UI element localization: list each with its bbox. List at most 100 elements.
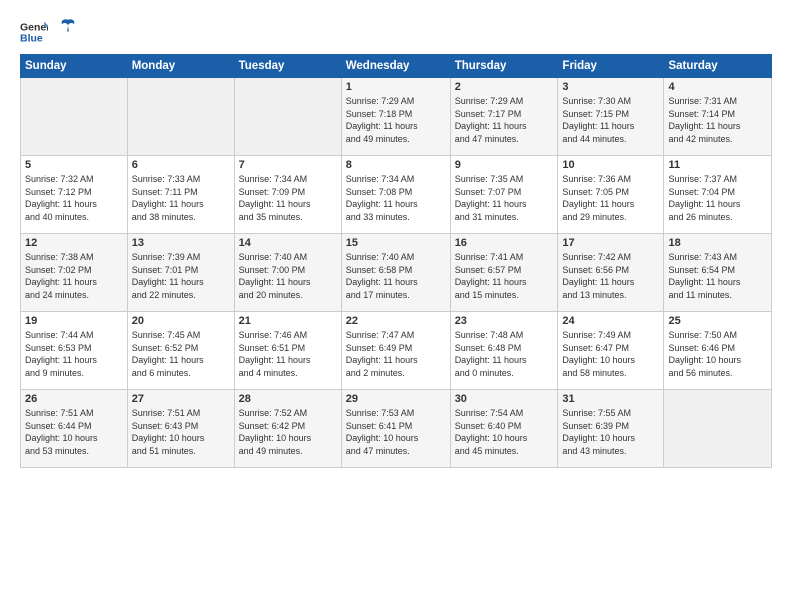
day-info: Sunrise: 7:47 AM Sunset: 6:49 PM Dayligh… <box>346 329 446 379</box>
calendar-cell: 5 Sunrise: 7:32 AM Sunset: 7:12 PM Daylig… <box>21 156 128 234</box>
calendar-week-1: 1 Sunrise: 7:29 AM Sunset: 7:18 PM Daylig… <box>21 78 772 156</box>
calendar-cell: 22 Sunrise: 7:47 AM Sunset: 6:49 PM Dayli… <box>341 312 450 390</box>
calendar-cell: 15 Sunrise: 7:40 AM Sunset: 6:58 PM Dayli… <box>341 234 450 312</box>
calendar-cell: 24 Sunrise: 7:49 AM Sunset: 6:47 PM Dayli… <box>558 312 664 390</box>
calendar-cell: 29 Sunrise: 7:53 AM Sunset: 6:41 PM Dayli… <box>341 390 450 468</box>
calendar-cell: 8 Sunrise: 7:34 AM Sunset: 7:08 PM Daylig… <box>341 156 450 234</box>
day-info: Sunrise: 7:38 AM Sunset: 7:02 PM Dayligh… <box>25 251 123 301</box>
day-number: 9 <box>455 159 554 171</box>
day-number: 28 <box>239 393 337 405</box>
day-number: 17 <box>562 237 659 249</box>
calendar-week-5: 26Sunrise: 7:51 AM Sunset: 6:44 PM Dayli… <box>21 390 772 468</box>
calendar-cell: 27 Sunrise: 7:51 AM Sunset: 6:43 PM Dayli… <box>127 390 234 468</box>
day-info: Sunrise: 7:43 AM Sunset: 6:54 PM Dayligh… <box>668 251 767 301</box>
calendar-cell: 11 Sunrise: 7:37 AM Sunset: 7:04 PM Dayli… <box>664 156 772 234</box>
calendar-header-friday: Friday <box>558 55 664 78</box>
day-number: 1 <box>346 81 446 93</box>
day-number: 19 <box>25 315 123 327</box>
day-info: Sunrise: 7:48 AM Sunset: 6:48 PM Dayligh… <box>455 329 554 379</box>
day-info: Sunrise: 7:54 AM Sunset: 6:40 PM Dayligh… <box>455 407 554 457</box>
day-info: Sunrise: 7:41 AM Sunset: 6:57 PM Dayligh… <box>455 251 554 301</box>
calendar-cell: 26Sunrise: 7:51 AM Sunset: 6:44 PM Dayli… <box>21 390 128 468</box>
calendar-cell <box>664 390 772 468</box>
calendar-cell: 18 Sunrise: 7:43 AM Sunset: 6:54 PM Dayli… <box>664 234 772 312</box>
calendar-week-4: 19 Sunrise: 7:44 AM Sunset: 6:53 PM Dayli… <box>21 312 772 390</box>
day-number: 22 <box>346 315 446 327</box>
logo: General Blue <box>20 18 76 46</box>
day-number: 26 <box>25 393 123 405</box>
day-number: 16 <box>455 237 554 249</box>
calendar-cell: 23Sunrise: 7:48 AM Sunset: 6:48 PM Dayli… <box>450 312 558 390</box>
day-info: Sunrise: 7:51 AM Sunset: 6:43 PM Dayligh… <box>132 407 230 457</box>
day-number: 31 <box>562 393 659 405</box>
logo-bird-icon <box>60 18 76 40</box>
day-info: Sunrise: 7:34 AM Sunset: 7:08 PM Dayligh… <box>346 173 446 223</box>
day-number: 29 <box>346 393 446 405</box>
logo-icon: General Blue <box>20 18 48 46</box>
day-number: 18 <box>668 237 767 249</box>
svg-text:General: General <box>20 21 48 33</box>
day-number: 21 <box>239 315 337 327</box>
day-number: 4 <box>668 81 767 93</box>
calendar-header-sunday: Sunday <box>21 55 128 78</box>
day-info: Sunrise: 7:44 AM Sunset: 6:53 PM Dayligh… <box>25 329 123 379</box>
day-number: 13 <box>132 237 230 249</box>
day-info: Sunrise: 7:30 AM Sunset: 7:15 PM Dayligh… <box>562 95 659 145</box>
calendar-cell: 16 Sunrise: 7:41 AM Sunset: 6:57 PM Dayli… <box>450 234 558 312</box>
day-info: Sunrise: 7:36 AM Sunset: 7:05 PM Dayligh… <box>562 173 659 223</box>
calendar-header-tuesday: Tuesday <box>234 55 341 78</box>
day-info: Sunrise: 7:50 AM Sunset: 6:46 PM Dayligh… <box>668 329 767 379</box>
calendar-cell: 20 Sunrise: 7:45 AM Sunset: 6:52 PM Dayli… <box>127 312 234 390</box>
day-number: 3 <box>562 81 659 93</box>
day-number: 30 <box>455 393 554 405</box>
day-number: 5 <box>25 159 123 171</box>
calendar-cell: 25 Sunrise: 7:50 AM Sunset: 6:46 PM Dayli… <box>664 312 772 390</box>
day-info: Sunrise: 7:53 AM Sunset: 6:41 PM Dayligh… <box>346 407 446 457</box>
day-info: Sunrise: 7:37 AM Sunset: 7:04 PM Dayligh… <box>668 173 767 223</box>
day-info: Sunrise: 7:29 AM Sunset: 7:18 PM Dayligh… <box>346 95 446 145</box>
calendar-cell: 6 Sunrise: 7:33 AM Sunset: 7:11 PM Daylig… <box>127 156 234 234</box>
calendar-header-row: SundayMondayTuesdayWednesdayThursdayFrid… <box>21 55 772 78</box>
day-info: Sunrise: 7:52 AM Sunset: 6:42 PM Dayligh… <box>239 407 337 457</box>
day-info: Sunrise: 7:49 AM Sunset: 6:47 PM Dayligh… <box>562 329 659 379</box>
day-info: Sunrise: 7:40 AM Sunset: 6:58 PM Dayligh… <box>346 251 446 301</box>
calendar-cell <box>234 78 341 156</box>
day-info: Sunrise: 7:33 AM Sunset: 7:11 PM Dayligh… <box>132 173 230 223</box>
day-number: 8 <box>346 159 446 171</box>
calendar-cell: 7 Sunrise: 7:34 AM Sunset: 7:09 PM Daylig… <box>234 156 341 234</box>
day-number: 24 <box>562 315 659 327</box>
day-number: 11 <box>668 159 767 171</box>
calendar-week-3: 12 Sunrise: 7:38 AM Sunset: 7:02 PM Dayli… <box>21 234 772 312</box>
day-info: Sunrise: 7:39 AM Sunset: 7:01 PM Dayligh… <box>132 251 230 301</box>
day-info: Sunrise: 7:35 AM Sunset: 7:07 PM Dayligh… <box>455 173 554 223</box>
calendar-header-saturday: Saturday <box>664 55 772 78</box>
calendar-cell: 4Sunrise: 7:31 AM Sunset: 7:14 PM Daylig… <box>664 78 772 156</box>
day-info: Sunrise: 7:46 AM Sunset: 6:51 PM Dayligh… <box>239 329 337 379</box>
calendar-cell: 12 Sunrise: 7:38 AM Sunset: 7:02 PM Dayli… <box>21 234 128 312</box>
day-info: Sunrise: 7:29 AM Sunset: 7:17 PM Dayligh… <box>455 95 554 145</box>
day-info: Sunrise: 7:34 AM Sunset: 7:09 PM Dayligh… <box>239 173 337 223</box>
day-info: Sunrise: 7:45 AM Sunset: 6:52 PM Dayligh… <box>132 329 230 379</box>
day-number: 12 <box>25 237 123 249</box>
day-info: Sunrise: 7:32 AM Sunset: 7:12 PM Dayligh… <box>25 173 123 223</box>
day-number: 27 <box>132 393 230 405</box>
calendar-cell: 1 Sunrise: 7:29 AM Sunset: 7:18 PM Daylig… <box>341 78 450 156</box>
day-number: 6 <box>132 159 230 171</box>
calendar-cell: 9 Sunrise: 7:35 AM Sunset: 7:07 PM Daylig… <box>450 156 558 234</box>
header: General Blue <box>20 18 772 46</box>
day-info: Sunrise: 7:40 AM Sunset: 7:00 PM Dayligh… <box>239 251 337 301</box>
calendar-cell: 28 Sunrise: 7:52 AM Sunset: 6:42 PM Dayli… <box>234 390 341 468</box>
day-number: 14 <box>239 237 337 249</box>
calendar-cell: 2 Sunrise: 7:29 AM Sunset: 7:17 PM Daylig… <box>450 78 558 156</box>
day-number: 15 <box>346 237 446 249</box>
calendar-cell: 21 Sunrise: 7:46 AM Sunset: 6:51 PM Dayli… <box>234 312 341 390</box>
day-number: 25 <box>668 315 767 327</box>
calendar-header-monday: Monday <box>127 55 234 78</box>
day-number: 20 <box>132 315 230 327</box>
day-number: 7 <box>239 159 337 171</box>
calendar-cell <box>21 78 128 156</box>
calendar-cell: 13 Sunrise: 7:39 AM Sunset: 7:01 PM Dayli… <box>127 234 234 312</box>
day-number: 2 <box>455 81 554 93</box>
calendar-cell: 14 Sunrise: 7:40 AM Sunset: 7:00 PM Dayli… <box>234 234 341 312</box>
calendar-cell: 17Sunrise: 7:42 AM Sunset: 6:56 PM Dayli… <box>558 234 664 312</box>
